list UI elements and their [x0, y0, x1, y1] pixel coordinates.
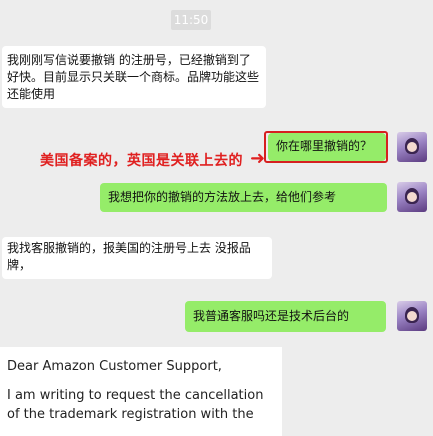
message-bubble-incoming: 我找客服撤销的，报美国的注册号上去 没报品牌，: [2, 237, 272, 279]
message-bubble-outgoing: 我想把你的撤销的方法放上去，给他们参考: [100, 183, 387, 212]
message-text: 我普通客服吗还是技术后台的: [193, 309, 350, 323]
red-annotation: 美国备案的，英国是关联上去的: [40, 153, 243, 169]
arrow-right-icon: ➜: [250, 148, 266, 169]
user-avatar: [397, 182, 427, 212]
message-text: 我想把你的撤销的方法放上去，给他们参考: [108, 190, 337, 204]
user-avatar: [397, 301, 427, 331]
email-body: I am writing to request the cancellation…: [7, 388, 264, 422]
message-bubble-outgoing: 我普通客服吗还是技术后台的: [185, 301, 386, 332]
message-text: 我找客服撤销的，报美国的注册号上去 没报品牌，: [7, 241, 251, 272]
user-avatar: [397, 132, 427, 162]
timestamp: 11:50: [171, 10, 211, 30]
message-text: 我刚刚写信说要撤销 的注册号，已经撤销到了 好快。目前显示只关联一个商标。品牌功…: [7, 53, 260, 101]
message-bubble-incoming: 我刚刚写信说要撤销 的注册号，已经撤销到了 好快。目前显示只关联一个商标。品牌功…: [2, 46, 266, 108]
email-greeting: Dear Amazon Customer Support,: [7, 359, 222, 374]
highlight-box: [264, 131, 388, 163]
email-preview-card[interactable]: Dear Amazon Customer Support, I am writi…: [0, 347, 282, 436]
